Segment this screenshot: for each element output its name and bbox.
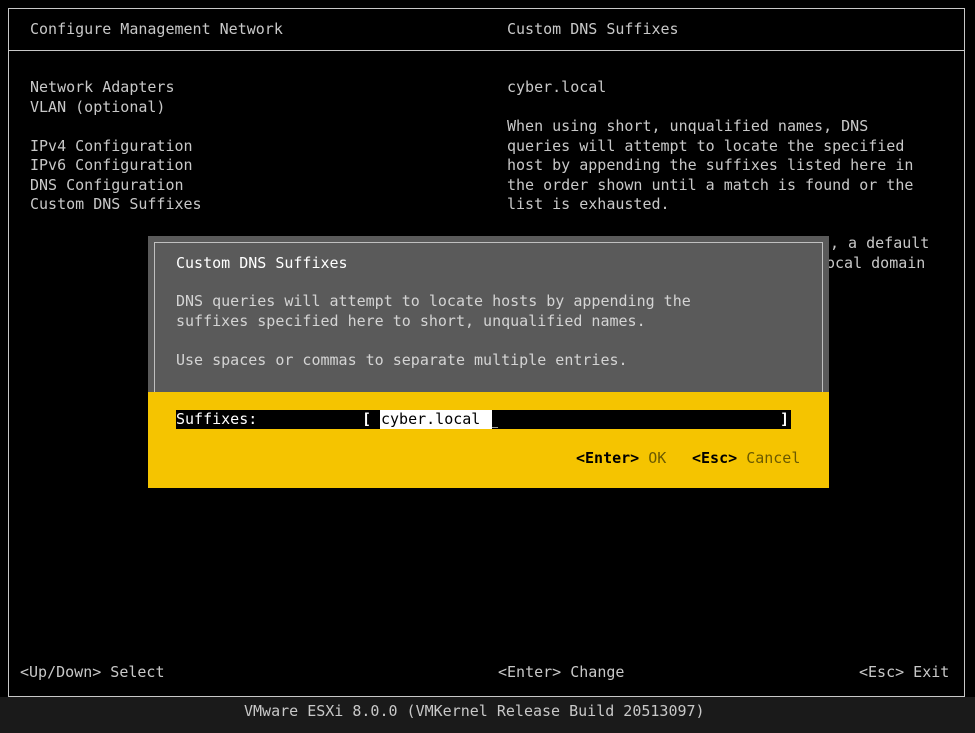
cancel-label: Cancel [746, 449, 801, 467]
menu-item-dns-configuration[interactable]: DNS Configuration [30, 176, 184, 196]
status-exit-hint: <Esc> Exit [859, 663, 950, 681]
right-panel-description-line: queries will attempt to locate the speci… [507, 137, 905, 155]
menu-item-ipv6[interactable]: IPv6 Configuration [30, 156, 193, 176]
header-divider [8, 50, 965, 51]
footer-bar: VMware ESXi 8.0.0 (VMKernel Release Buil… [0, 697, 975, 733]
right-panel-description-line: When using short, unqualified names, DNS [507, 117, 869, 135]
input-close-bracket: ] [780, 410, 790, 428]
dialog-description-line: suffixes specified here to short, unqual… [176, 312, 646, 330]
version-footer: VMware ESXi 8.0.0 (VMKernel Release Buil… [244, 702, 705, 720]
menu-item-ipv4[interactable]: IPv4 Configuration [30, 137, 193, 157]
esc-key-label: <Esc> [692, 449, 738, 467]
cancel-button[interactable]: <Esc> Cancel [692, 449, 800, 469]
right-panel-title: Custom DNS Suffixes [507, 20, 679, 38]
right-panel-partial-line: , a default [830, 234, 930, 252]
suffixes-label: Suffixes: [176, 410, 258, 428]
status-select-hint: <Up/Down> Select [20, 663, 165, 681]
right-panel-description-line: host by appending the suffixes listed he… [507, 156, 914, 174]
input-open-bracket: [ [362, 410, 372, 428]
menu-item-custom-dns-suffixes[interactable]: Custom DNS Suffixes [30, 195, 202, 215]
dialog-description-line: DNS queries will attempt to locate hosts… [176, 292, 691, 310]
enter-key-label: <Enter> [576, 449, 640, 467]
dialog-title: Custom DNS Suffixes [176, 254, 348, 272]
right-panel-description-line: list is exhausted. [507, 195, 670, 213]
left-panel-title: Configure Management Network [30, 20, 283, 38]
status-change-hint: <Enter> Change [498, 663, 625, 681]
text-cursor: _ [489, 410, 499, 428]
dialog-input-area: Suffixes: [ cyber.local _ ] <Enter> OK <… [148, 392, 829, 488]
custom-dns-suffixes-dialog: Custom DNS Suffixes DNS queries will att… [148, 236, 829, 488]
right-panel-partial-line: ocal domain [826, 254, 926, 272]
menu-item-network-adapters[interactable]: Network Adapters [30, 78, 175, 98]
dialog-hint: Use spaces or commas to separate multipl… [176, 351, 628, 369]
ok-label: OK [648, 449, 667, 467]
ok-button[interactable]: <Enter> OK [576, 449, 666, 469]
right-panel-description-line: the order shown until a match is found o… [507, 176, 914, 194]
suffixes-input-value[interactable]: cyber.local [381, 410, 480, 430]
current-suffix-value: cyber.local [507, 78, 607, 96]
menu-item-vlan[interactable]: VLAN (optional) [30, 98, 165, 118]
